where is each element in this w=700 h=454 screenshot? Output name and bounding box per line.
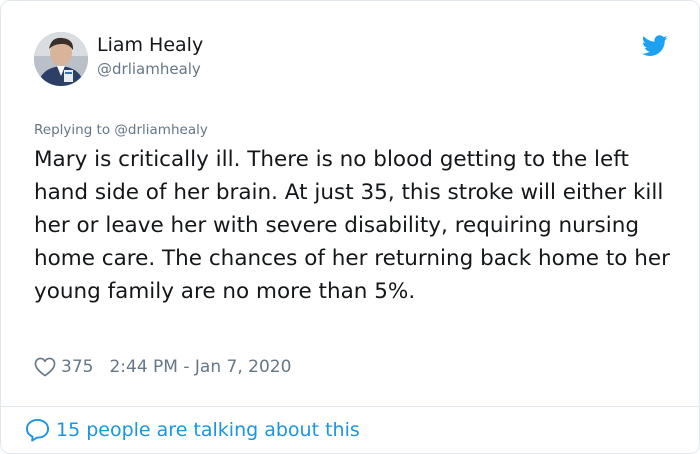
author-handle[interactable]: @drliamhealy <box>97 60 201 78</box>
replying-to-handle-link[interactable]: @drliamhealy <box>114 122 207 138</box>
replying-to-label: Replying to <box>34 122 115 138</box>
twitter-bird-icon[interactable] <box>642 35 668 57</box>
replying-to: Replying to @drliamhealy <box>34 122 208 138</box>
divider <box>1 406 699 407</box>
conversation-link[interactable]: 15 people are talking about this <box>25 417 360 443</box>
tweet-card: Liam Healy @drliamhealy Replying to @drl… <box>0 0 700 454</box>
author-name[interactable]: Liam Healy <box>97 34 203 56</box>
like-count[interactable]: 375 <box>61 357 93 377</box>
tweet-meta: 375 2:44 PM - Jan 7, 2020 <box>34 355 291 379</box>
tweet-text: Mary is critically ill. There is no bloo… <box>34 147 670 304</box>
heart-icon[interactable] <box>34 357 56 377</box>
tweet-timestamp[interactable]: 2:44 PM - Jan 7, 2020 <box>109 357 291 377</box>
avatar[interactable] <box>34 32 88 86</box>
speech-bubble-icon <box>25 418 50 442</box>
avatar-photo <box>34 32 88 86</box>
conversation-link-label: 15 people are talking about this <box>56 419 360 441</box>
